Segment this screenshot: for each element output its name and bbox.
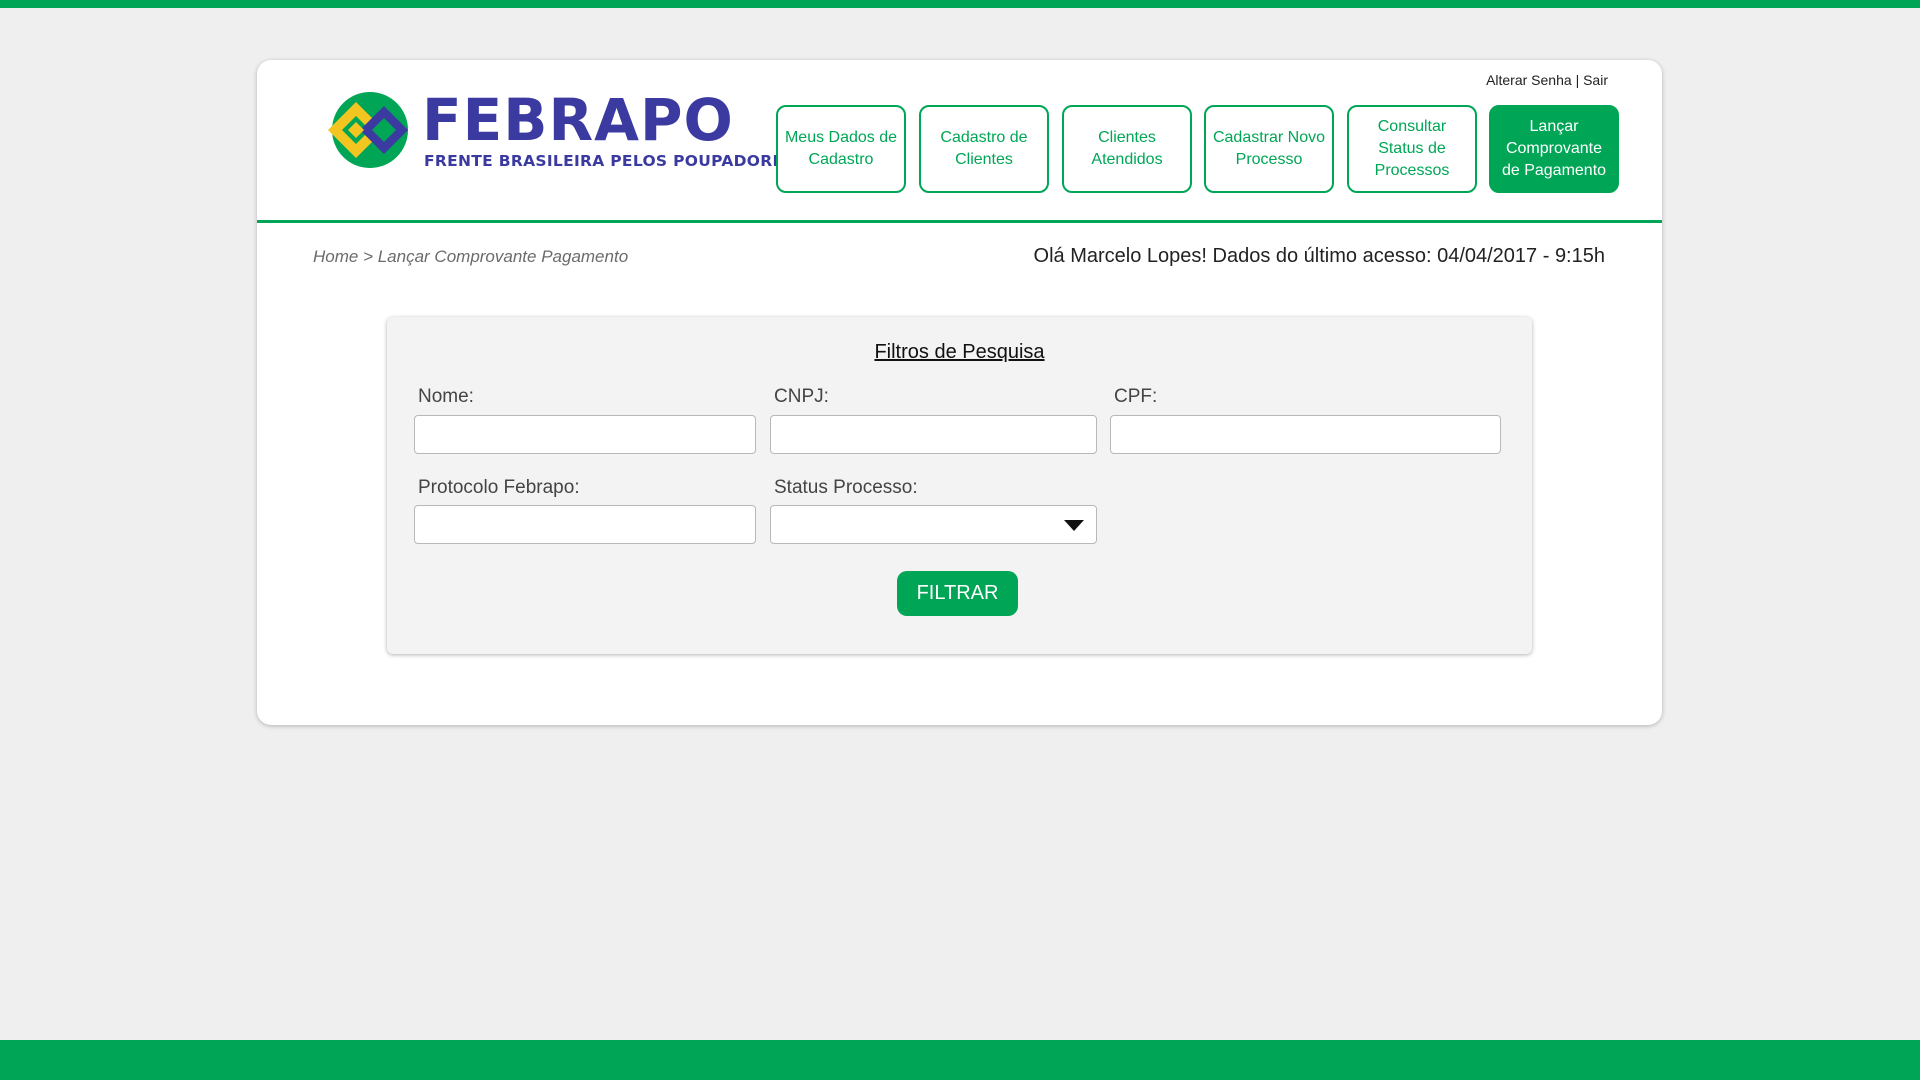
cpf-input[interactable] [1110, 415, 1501, 454]
user-greeting: Olá Marcelo Lopes! Dados do último acess… [1033, 245, 1605, 267]
cnpj-label: CNPJ: [774, 386, 829, 407]
protocolo-label: Protocolo Febrapo: [418, 477, 580, 498]
cpf-label: CPF: [1114, 386, 1158, 407]
logo-title: FEBRAPO [422, 86, 734, 154]
filter-button[interactable]: FILTRAR [897, 571, 1018, 616]
nav-label: Lançar Comprovante de Pagamento [1501, 118, 1607, 179]
status-select[interactable] [770, 505, 1097, 544]
nav-lancar-comprovante[interactable]: Lançar Comprovante de Pagamento [1489, 105, 1619, 193]
change-password-link[interactable]: Alterar Senha [1486, 72, 1572, 88]
nav-consultar-status[interactable]: Consultar Status de Processos [1347, 105, 1477, 193]
cnpj-input[interactable] [770, 415, 1097, 454]
panel-title: Filtros de Pesquisa [874, 341, 1045, 363]
nav-label: Clientes Atendidos [1091, 129, 1163, 168]
search-filters-panel: Filtros de Pesquisa Nome: CNPJ: CPF: Pro… [387, 317, 1532, 654]
bottom-accent-bar [0, 1040, 1920, 1080]
dropdown-arrow-icon [1064, 520, 1084, 531]
breadcrumb: Home > Lançar Comprovante Pagamento [313, 247, 629, 266]
nav-clientes-atendidos[interactable]: Clientes Atendidos [1062, 105, 1192, 193]
nav-label: Meus Dados de Cadastro [784, 129, 898, 168]
header-divider [257, 220, 1662, 223]
nav-meus-dados[interactable]: Meus Dados de Cadastro [776, 105, 906, 193]
nome-label: Nome: [418, 386, 474, 407]
top-accent-bar [0, 0, 1920, 8]
nome-input[interactable] [414, 415, 756, 454]
febrapo-logo[interactable]: FEBRAPO FRENTE BRASILEIRA PELOS POUPADOR… [326, 86, 795, 170]
nav-label: Consultar Status de Processos [1374, 118, 1450, 179]
status-label: Status Processo: [774, 477, 918, 498]
nav-label: Cadastrar Novo Processo [1212, 129, 1326, 168]
nav-cadastrar-processo[interactable]: Cadastrar Novo Processo [1204, 105, 1334, 193]
account-links: Alterar Senha | Sair [1486, 72, 1608, 88]
logo-subtitle: FRENTE BRASILEIRA PELOS POUPADORES [424, 152, 795, 170]
logo-emblem-icon [328, 92, 408, 168]
nav-cadastro-clientes[interactable]: Cadastro de Clientes [919, 105, 1049, 193]
logout-link[interactable]: Sair [1583, 72, 1608, 88]
protocolo-input[interactable] [414, 505, 756, 544]
main-card: FEBRAPO FRENTE BRASILEIRA PELOS POUPADOR… [257, 60, 1662, 725]
nav-label: Cadastro de Clientes [940, 129, 1028, 168]
account-separator: | [1575, 72, 1580, 88]
